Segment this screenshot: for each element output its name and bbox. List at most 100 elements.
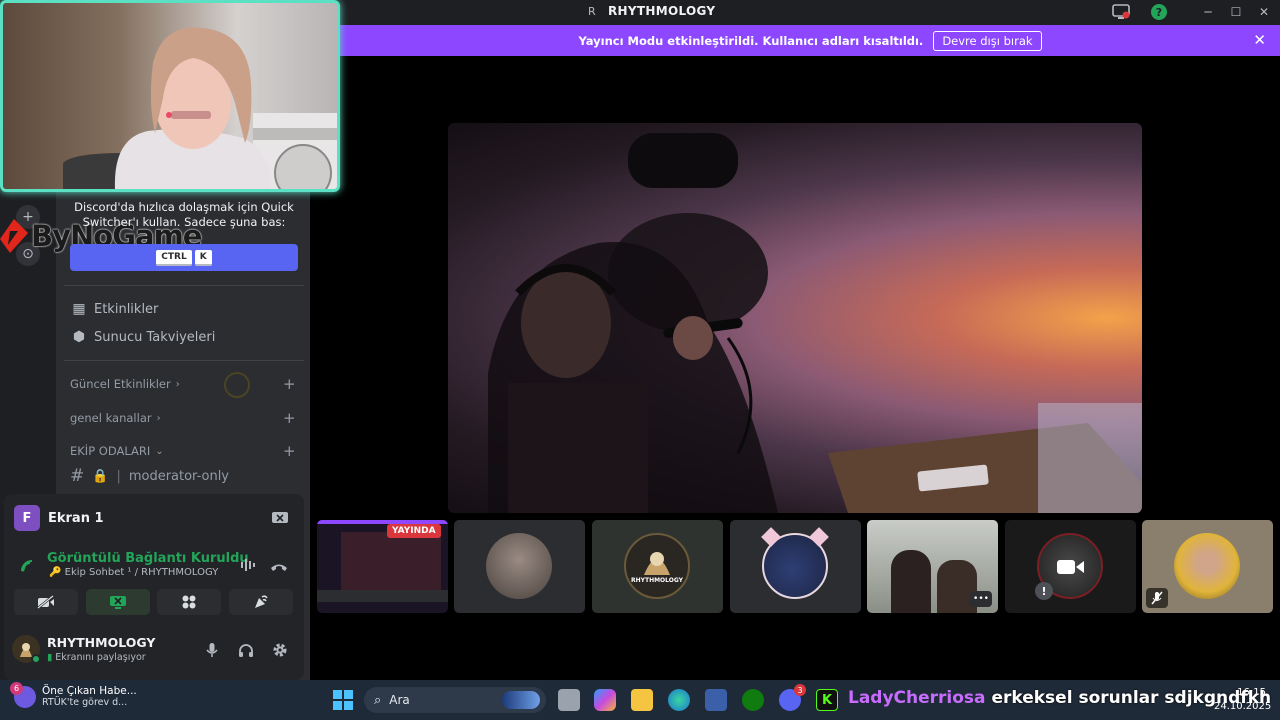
category-team-rooms[interactable]: EKİP ODALARI ⌄ [70,442,164,460]
sidebar-item-label: Sunucu Takviyeleri [94,329,216,345]
divider [64,360,304,361]
camera-person [891,550,931,613]
disconnect-icon[interactable] [270,558,288,577]
channel-divider: | [116,468,121,484]
thumbnail-server-avatar[interactable]: RHYTHMOLOGY [592,520,723,613]
connection-signal-icon [20,558,36,577]
gear-icon[interactable] [270,640,290,660]
clock-time: 16:15 [1237,687,1266,698]
quick-switcher-tip: Discord'da hızlıca dolaşmak için Quick S… [74,200,294,229]
user-panel[interactable]: RHYTHMOLOGY ▮ Ekranını paylaşıyor [12,632,155,666]
sidebar-item-label: Etkinlikler [94,301,159,317]
store-icon[interactable] [705,689,727,711]
channel-moderator-only[interactable]: # 🔒 | moderator-only [70,466,229,486]
bynogame-logo-icon [0,219,28,253]
news-widget-icon: 6 [10,681,36,708]
activities-icon [182,595,196,609]
chevron-right-icon: › [175,378,180,390]
kick-icon[interactable]: K [816,689,838,711]
sidebar-item-server-boosts[interactable]: ⬢ Sunucu Takviyeleri [70,326,215,348]
search-icon: ⌕ [374,692,382,708]
muted-mic-icon [1146,588,1168,608]
category-label: Güncel Etkinlikler [70,377,171,391]
microphone-icon[interactable] [202,640,222,660]
voice-activity-icon[interactable] [240,557,258,576]
video-camera-icon [1057,558,1085,580]
stream-scene [488,133,1142,513]
file-explorer-icon[interactable] [631,689,653,711]
discord-badge: 3 [794,684,806,696]
screen-share-status-icon: ▮ [47,652,56,663]
username: RHYTHMOLOGY [47,635,156,650]
news-widget[interactable]: 6 Öne Çıkan Habe... RTÜK'te görev d... [10,681,137,708]
participant-avatar [1174,533,1240,599]
maximize-button[interactable]: ☐ [1222,2,1250,22]
minimize-button[interactable]: ─ [1194,2,1222,22]
clock-date: 24.10.2025 [1214,701,1272,712]
quick-switcher-button[interactable]: CTRL K [70,244,298,271]
sidebar-item-events[interactable]: ▦ Etkinlikler [70,298,158,320]
thumbnail-user-camera[interactable]: ••• [867,520,998,613]
soundboard-button[interactable] [229,589,293,615]
server-avatar-label: RHYTHMOLOGY [630,577,684,584]
calendar-icon: ▦ [72,301,86,317]
webcam-scene [63,27,337,189]
task-view-icon[interactable] [558,689,580,711]
lock-icon: 🔒 [92,468,109,484]
category-current-events[interactable]: Güncel Etkinlikler › [70,375,180,393]
headphones-icon[interactable] [236,640,256,660]
close-banner-icon[interactable]: ✕ [1253,31,1266,49]
channel-name: moderator-only [128,468,230,484]
user-status-text: Ekranını paylaşıyor [55,652,146,663]
more-options-button[interactable]: ••• [970,591,992,607]
category-label: genel kanallar [70,411,152,425]
soundboard-icon [255,595,268,608]
add-channel-icon[interactable]: + [283,409,296,427]
thumb-controls [317,590,448,602]
add-channel-icon[interactable]: + [283,375,296,393]
copilot-icon[interactable] [594,689,616,711]
main-stream-video[interactable] [448,123,1142,513]
thumbnail-user-1[interactable] [454,520,585,613]
disable-streamer-mode-button[interactable]: Devre dışı bırak [933,30,1042,51]
activities-button[interactable] [157,589,221,615]
discord-icon[interactable]: 3 [779,684,806,711]
voice-channel-path: 🔑 Ekip Sohbet ¹ / RHYTHMOLOGY [49,567,219,578]
screen-avatar: F [14,505,40,531]
server-avatar: RHYTHMOLOGY [624,533,690,599]
warning-icon: ! [1035,582,1053,600]
add-channel-icon[interactable]: + [283,442,296,460]
screen-settings-icon[interactable] [272,510,288,524]
live-badge: YAYINDA [387,524,441,538]
category-general-channels[interactable]: genel kanallar › [70,409,161,427]
window-title: RHYTHMOLOGY [608,4,716,18]
thumb-preview [341,532,441,590]
loading-spinner-icon [224,372,250,398]
chevron-down-icon: ⌄ [155,445,164,457]
thumbnail-user-2[interactable] [730,520,861,613]
thumbnail-user-3[interactable] [1142,520,1273,613]
participant-avatar [486,533,552,599]
thumbnail-user-camera-off[interactable]: ! [1005,520,1136,613]
screen-share-row[interactable]: F Ekran 1 [14,505,104,531]
category-label: EKİP ODALARI [70,444,151,458]
windows-start-icon[interactable] [333,690,353,714]
avatar [12,635,41,664]
close-window-button[interactable]: ✕ [1250,2,1278,22]
stop-screen-share-button[interactable] [86,589,150,615]
xbox-icon[interactable] [742,689,764,711]
edge-icon[interactable] [668,689,690,711]
thumbnail-screen-share[interactable]: YAYINDA [317,520,448,613]
server-logo-icon [644,552,670,575]
screen-share-icon[interactable] [1111,3,1131,21]
camera-off-button[interactable] [14,589,78,615]
hash-icon: # [70,466,85,486]
news-subtitle: RTÜK'te görev d... [42,697,128,708]
taskbar-clock[interactable]: 16:15 24.10.2025 [1214,686,1272,714]
connection-status[interactable]: Görüntülü Bağlantı Kuruldu [47,551,249,566]
user-status: ▮ Ekranını paylaşıyor [47,652,155,663]
help-icon[interactable]: ? [1149,3,1169,21]
taskbar-search[interactable]: ⌕ Ara [364,687,546,713]
chevron-right-icon: › [156,412,161,424]
news-badge: 6 [10,681,23,695]
